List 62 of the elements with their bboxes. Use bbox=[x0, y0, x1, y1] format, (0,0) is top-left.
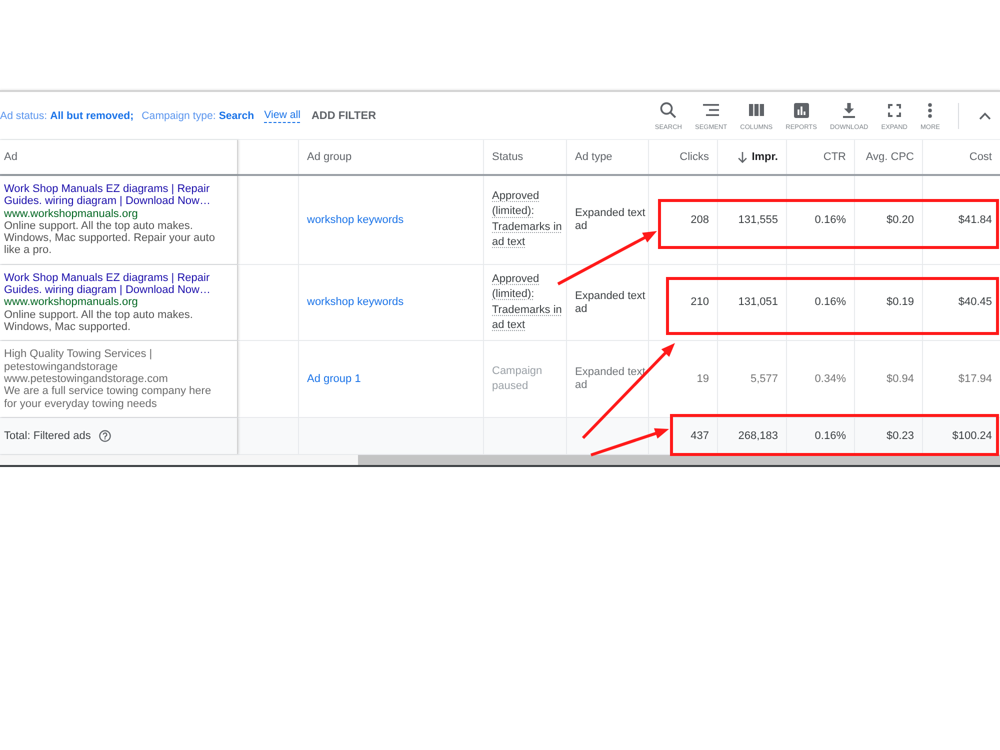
search-icon bbox=[660, 102, 676, 118]
metric-value: 0.16% bbox=[814, 296, 846, 309]
metric-value: 131,555 bbox=[738, 214, 778, 226]
ad-description: We are a full service towing company here for your everyday towing needs bbox=[4, 385, 212, 410]
ad-url: www.petestowingandstorage.com bbox=[4, 373, 169, 386]
ad-description: Online support. All the top auto makes. Windows, Mac supported. bbox=[4, 308, 194, 334]
metric-value: 0.16% bbox=[814, 430, 846, 442]
download-icon bbox=[843, 102, 856, 118]
metric-value: $0.20 bbox=[886, 214, 914, 226]
down-arrow-icon bbox=[738, 152, 747, 162]
help-icon[interactable] bbox=[98, 430, 111, 442]
status-text: Approved (limited): Trademarks in ad text bbox=[492, 272, 563, 333]
caret-up-icon bbox=[979, 112, 991, 120]
column-header[interactable]: Ad bbox=[0, 140, 238, 174]
add-filter-button[interactable]: ADD FILTER bbox=[311, 110, 376, 122]
filter-text[interactable]: Campaign type: Search bbox=[142, 110, 254, 122]
metric-value: $41.84 bbox=[958, 214, 992, 226]
metric-value: 437 bbox=[690, 430, 709, 442]
ad-group-link[interactable]: workshop keywords bbox=[307, 296, 404, 309]
total-label: Total: Filtered ads bbox=[4, 430, 91, 442]
collapse-button[interactable] bbox=[979, 112, 991, 120]
lines-icon bbox=[703, 104, 720, 116]
metric-value: $0.94 bbox=[886, 373, 914, 386]
metric-value: 19 bbox=[696, 373, 709, 386]
metric-value: $0.23 bbox=[886, 430, 914, 442]
column-header[interactable]: Cost bbox=[922, 140, 1000, 174]
fullscreen-icon bbox=[888, 104, 901, 116]
column-header[interactable]: Clicks bbox=[648, 140, 717, 174]
column-header[interactable]: Ad type bbox=[566, 140, 648, 174]
ad-type-text: Expanded text ad bbox=[575, 290, 646, 316]
columns-icon bbox=[748, 104, 764, 116]
ad-type-text: Expanded text ad bbox=[575, 206, 646, 233]
ad-url: www.workshopmanuals.org bbox=[4, 208, 139, 220]
metric-value: 0.16% bbox=[814, 214, 846, 226]
metric-value: 268,183 bbox=[738, 430, 778, 442]
metric-value: 208 bbox=[690, 214, 709, 226]
ad-url: www.workshopmanuals.org bbox=[4, 296, 139, 309]
metric-value: 210 bbox=[690, 296, 709, 309]
metric-value: 5,577 bbox=[750, 373, 778, 386]
status-text: Campaign paused bbox=[492, 364, 544, 394]
more-vertical-icon bbox=[928, 102, 932, 118]
metric-value: $0.19 bbox=[886, 296, 914, 309]
status-text: Approved (limited): Trademarks in ad text bbox=[492, 189, 563, 250]
column-header[interactable]: Status bbox=[483, 140, 566, 174]
metric-value: $17.94 bbox=[958, 373, 992, 386]
filter-text[interactable]: Ad status: All but removed; bbox=[0, 110, 134, 122]
column-header[interactable]: CTR bbox=[786, 140, 854, 174]
ad-description: Online support. All the top auto makes. Windows, Mac supported. Repair your auto like a pro. bbox=[4, 220, 216, 257]
ad-group-link[interactable]: Ad group 1 bbox=[307, 373, 361, 386]
column-header[interactable]: Impr. bbox=[717, 140, 786, 174]
metric-value: 131,051 bbox=[738, 296, 778, 309]
ad-headline: Work Shop Manuals EZ diagrams | Repair Guides. wiring diagram | Download Now… bbox=[4, 183, 212, 208]
column-header[interactable]: Avg. CPC bbox=[854, 140, 922, 174]
ad-type-text: Expanded text ad bbox=[575, 366, 646, 392]
column-header[interactable]: Ad group bbox=[298, 140, 483, 174]
metric-value: $40.45 bbox=[958, 296, 992, 309]
view-all-link[interactable]: View all bbox=[264, 108, 300, 123]
ad-headline: Work Shop Manuals EZ diagrams | Repair Guides. wiring diagram | Download Now… bbox=[4, 272, 212, 296]
bar-chart-icon bbox=[794, 102, 809, 118]
ad-group-link[interactable]: workshop keywords bbox=[307, 214, 404, 226]
metric-value: $100.24 bbox=[952, 430, 992, 442]
metric-value: 0.34% bbox=[814, 373, 846, 386]
